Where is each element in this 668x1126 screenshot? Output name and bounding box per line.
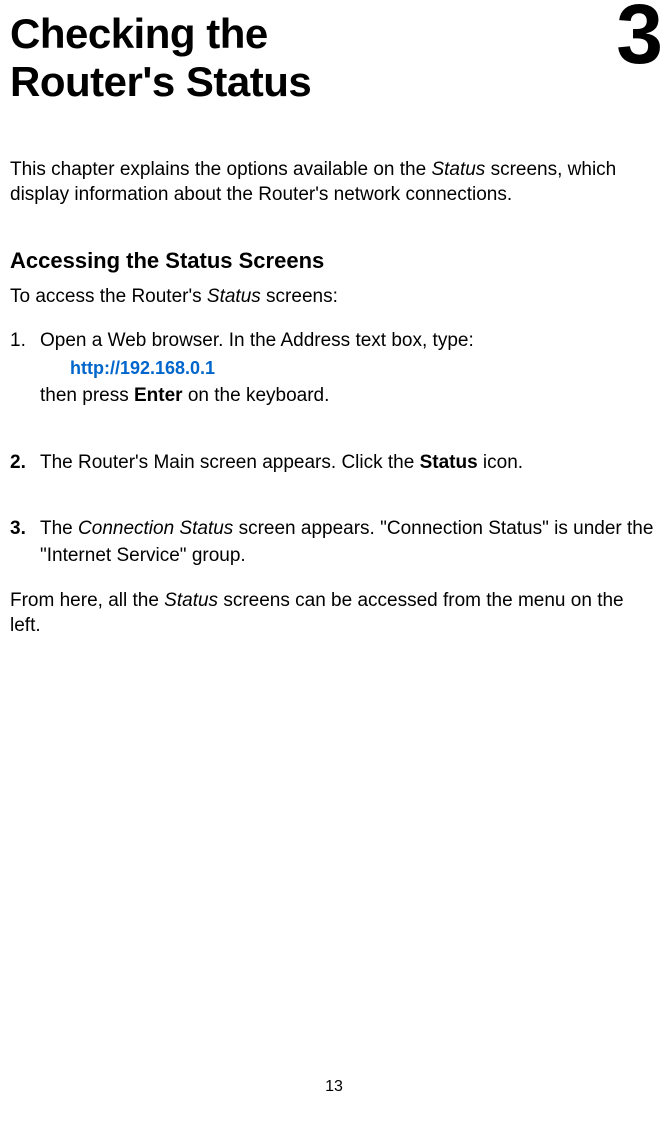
section-intro-after: screens: bbox=[261, 286, 338, 307]
final-italic: Status bbox=[164, 590, 218, 611]
intro-paragraph: This chapter explains the options availa… bbox=[10, 157, 658, 208]
step-3-before: The bbox=[40, 518, 78, 539]
section-intro: To access the Router's Status screens: bbox=[10, 284, 658, 310]
step-2-before: The Router's Main screen appears. Click … bbox=[40, 452, 420, 473]
title-line-2: Router's Status bbox=[10, 58, 311, 105]
section-intro-italic: Status bbox=[207, 286, 261, 307]
chapter-number: 3 bbox=[616, 0, 663, 76]
step-1: 1. Open a Web browser. In the Address te… bbox=[10, 328, 658, 410]
step-2: 2. The Router's Main screen appears. Cli… bbox=[10, 450, 658, 477]
step-3-italic: Connection Status bbox=[78, 518, 233, 539]
step-1-url: http://192.168.0.1 bbox=[70, 356, 658, 381]
section-intro-before: To access the Router's bbox=[10, 286, 207, 307]
step-1-content: Open a Web browser. In the Address text … bbox=[40, 328, 658, 410]
final-before: From here, all the bbox=[10, 590, 164, 611]
step-1-line2-after: on the keyboard. bbox=[183, 385, 330, 406]
page-title: Checking the Router's Status bbox=[10, 10, 658, 107]
step-1-line1: Open a Web browser. In the Address text … bbox=[40, 330, 474, 351]
final-paragraph: From here, all the Status screens can be… bbox=[10, 588, 658, 639]
intro-text-before: This chapter explains the options availa… bbox=[10, 159, 431, 180]
step-2-number: 2. bbox=[10, 450, 40, 477]
page-number: 13 bbox=[325, 1078, 343, 1096]
step-1-line2-before: then press bbox=[40, 385, 134, 406]
step-2-bold: Status bbox=[420, 452, 478, 473]
step-3: 3. The Connection Status screen appears.… bbox=[10, 516, 658, 569]
step-2-content: The Router's Main screen appears. Click … bbox=[40, 450, 658, 477]
step-1-line2-bold: Enter bbox=[134, 385, 183, 406]
intro-italic: Status bbox=[431, 159, 485, 180]
step-1-number: 1. bbox=[10, 328, 40, 410]
title-line-1: Checking the bbox=[10, 10, 268, 57]
section-heading: Accessing the Status Screens bbox=[10, 248, 658, 274]
page-header: Checking the Router's Status 3 bbox=[10, 10, 658, 107]
step-3-number: 3. bbox=[10, 516, 40, 569]
step-2-after: icon. bbox=[478, 452, 523, 473]
step-3-content: The Connection Status screen appears. "C… bbox=[40, 516, 658, 569]
